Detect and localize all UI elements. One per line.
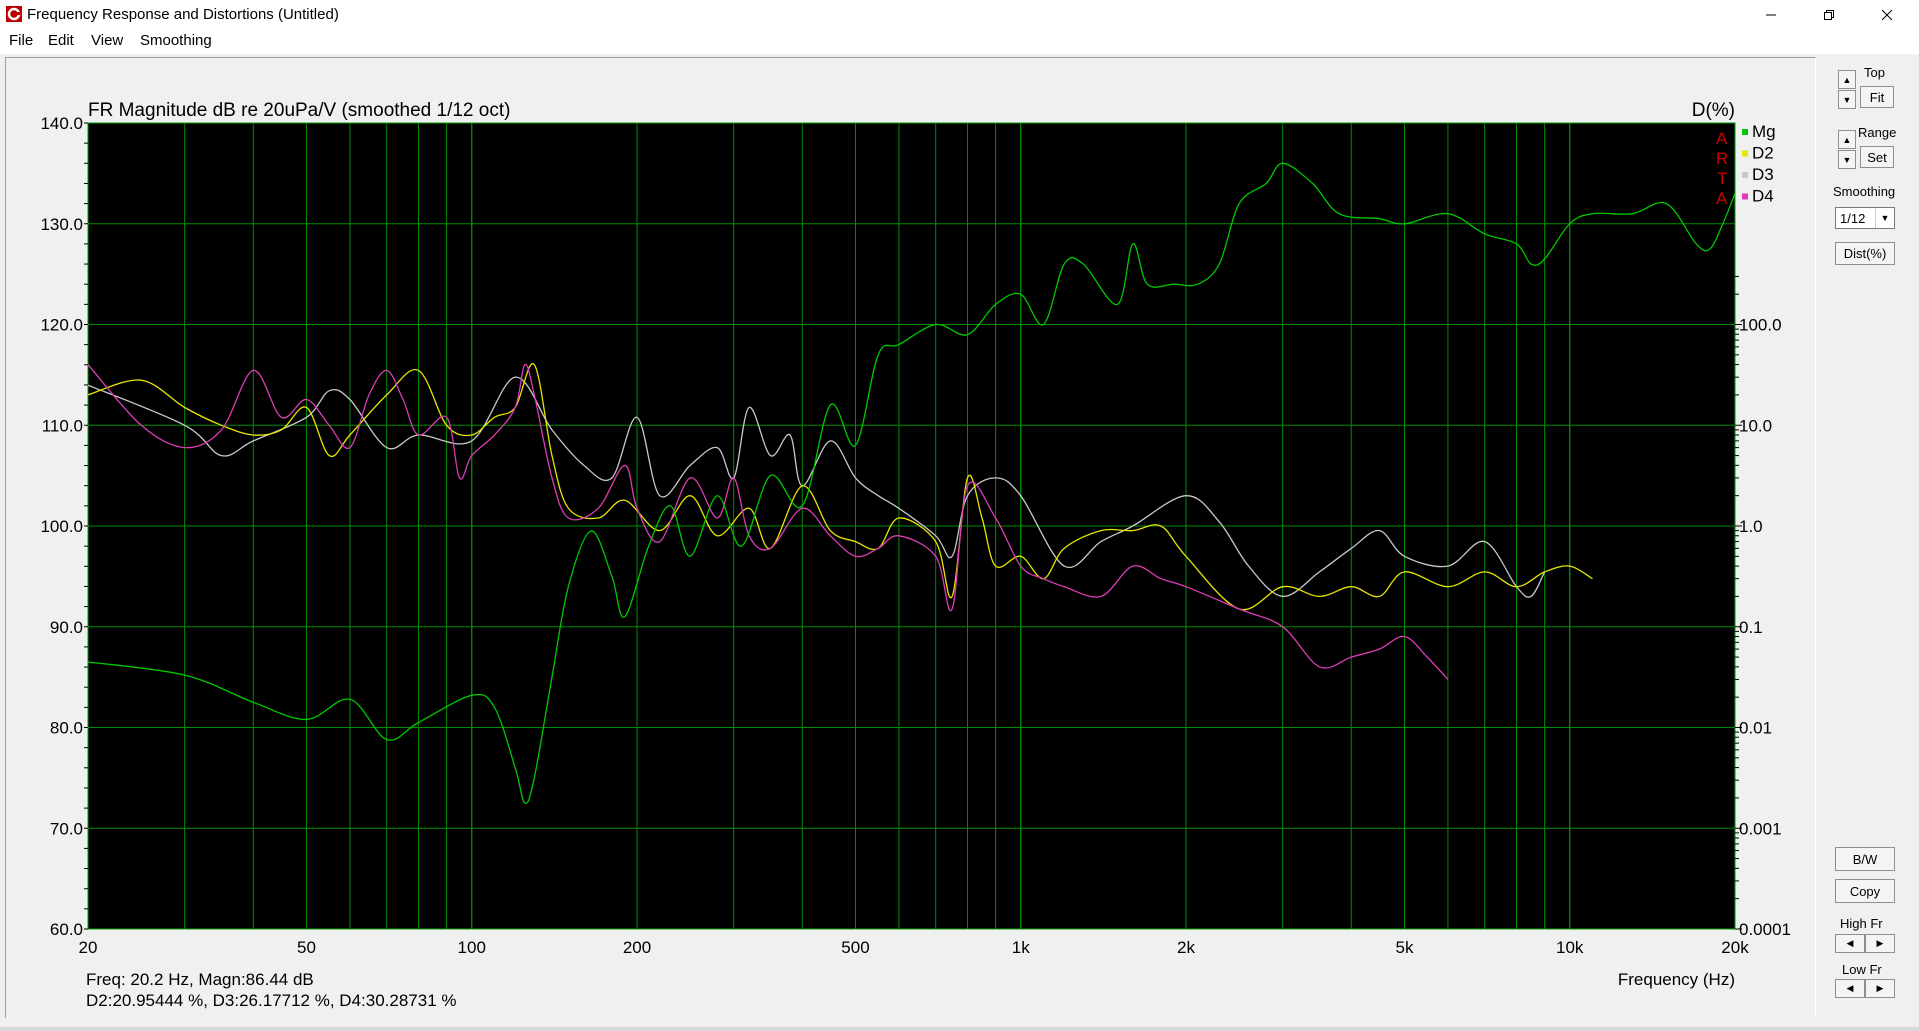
- fit-button[interactable]: Fit: [1860, 86, 1894, 108]
- y-tick-label: 100.0: [40, 517, 83, 536]
- legend-swatch-d3: [1742, 172, 1748, 178]
- range-label: Range: [1858, 125, 1897, 140]
- high-fr-right-button[interactable]: ▶: [1865, 934, 1895, 953]
- svg-text:R: R: [1716, 149, 1728, 168]
- x-tick-label: 20k: [1721, 938, 1749, 957]
- arrow-down-icon: ▼: [1842, 94, 1852, 105]
- y-tick-label: 140.0: [40, 114, 83, 133]
- svg-text:A: A: [1716, 129, 1728, 148]
- legend-swatch-mg: [1742, 129, 1748, 135]
- x-tick-label: 500: [841, 938, 869, 957]
- legend-label-mg: Mg: [1752, 122, 1776, 141]
- x-tick-label: 2k: [1177, 938, 1195, 957]
- arrow-down-icon: ▼: [1842, 154, 1852, 165]
- y-tick-label: 70.0: [50, 819, 83, 838]
- y-tick-label: 60.0: [50, 920, 83, 939]
- window-bottom-border: [0, 1027, 1919, 1031]
- y2-tick-label: 0.0001: [1739, 920, 1791, 939]
- y2-tick-label: 0.001: [1739, 819, 1782, 838]
- arrow-left-icon: ◀: [1846, 983, 1854, 993]
- arrow-right-icon: ▶: [1876, 938, 1884, 948]
- y-tick-label: 110.0: [42, 416, 83, 435]
- legend-label-d3: D3: [1752, 165, 1774, 184]
- legend-swatch-d4: [1742, 193, 1748, 200]
- low-fr-left-button[interactable]: ◀: [1835, 979, 1865, 998]
- smoothing-select[interactable]: 1/12 ▼: [1835, 207, 1895, 229]
- dist-percent-button[interactable]: Dist(%): [1835, 242, 1895, 265]
- range-down-button[interactable]: ▼: [1838, 150, 1856, 169]
- arrow-right-icon: ▶: [1876, 983, 1884, 993]
- x-tick-label: 5k: [1395, 938, 1413, 957]
- restore-icon: [1824, 9, 1834, 20]
- x-axis-ticks: 20 50 100 200 500 1k 2k 5k 10k 20k: [79, 938, 1750, 957]
- y2-tick-label: 0.1: [1739, 618, 1763, 637]
- legend: Mg D2 D3 D4: [1742, 122, 1776, 206]
- x-tick-label: 20: [79, 938, 98, 957]
- x-tick-label: 10k: [1556, 938, 1584, 957]
- close-button[interactable]: [1864, 0, 1910, 29]
- right-axis-ticks: 100.0 10.0 1.0 0.1 0.01 0.001 0.0001: [1735, 275, 1791, 939]
- legend-swatch-d2: [1742, 150, 1748, 157]
- svg-text:A: A: [1716, 189, 1728, 208]
- y-tick-label: 130.0: [40, 215, 83, 234]
- x-tick-label: 100: [458, 938, 486, 957]
- smoothing-value: 1/12: [1840, 211, 1866, 226]
- y2-tick-label: 0.01: [1739, 719, 1772, 738]
- artA-watermark: A R T A: [1716, 129, 1728, 208]
- y-tick-label: 80.0: [50, 719, 83, 738]
- legend-label-d4: D4: [1752, 187, 1774, 206]
- chart-title: FR Magnitude dB re 20uPa/V (smoothed 1/1…: [88, 100, 510, 121]
- low-fr-right-button[interactable]: ▶: [1865, 979, 1895, 998]
- top-label: Top: [1864, 65, 1885, 80]
- readout-line-1: Freq: 20.2 Hz, Magn:86.44 dB: [86, 970, 314, 989]
- x-tick-label: 50: [297, 938, 316, 957]
- arrow-up-icon: ▲: [1842, 134, 1852, 145]
- right-axis-title: D(%): [1692, 100, 1735, 121]
- control-panel: Top ▲ ▼ Fit Range ▲ ▼ Set Smoothing 1/12…: [1818, 57, 1919, 1031]
- high-fr-label: High Fr: [1840, 916, 1883, 931]
- arrow-left-icon: ◀: [1846, 938, 1854, 948]
- y2-tick-label: 1.0: [1739, 517, 1763, 536]
- legend-label-d2: D2: [1752, 144, 1774, 163]
- y-tick-label: 90.0: [50, 618, 83, 637]
- low-fr-label: Low Fr: [1842, 962, 1882, 977]
- copy-button[interactable]: Copy: [1835, 879, 1895, 903]
- set-button[interactable]: Set: [1860, 146, 1894, 168]
- range-up-button[interactable]: ▲: [1838, 130, 1856, 149]
- readout-line-2: D2:20.95444 %, D3:26.17712 %, D4:30.2873…: [86, 991, 457, 1010]
- high-fr-left-button[interactable]: ◀: [1835, 934, 1865, 953]
- arrow-up-icon: ▲: [1842, 74, 1852, 85]
- y-tick-label: 120.0: [40, 316, 83, 335]
- svg-text:T: T: [1717, 169, 1727, 188]
- frequency-response-chart[interactable]: 140.0 130.0 120.0 110.0 100.0 90.0 80.0 70.0 60.…: [0, 0, 1814, 1031]
- smoothing-label: Smoothing: [1833, 184, 1896, 199]
- y2-tick-label: 100.0: [1739, 316, 1782, 335]
- top-down-button[interactable]: ▼: [1838, 90, 1856, 109]
- left-axis-ticks: 140.0 130.0 120.0 110.0 100.0 90.0 80.0 70.0 60.…: [40, 114, 88, 939]
- top-up-button[interactable]: ▲: [1838, 70, 1856, 89]
- bw-button[interactable]: B/W: [1835, 847, 1895, 871]
- x-tick-label: 200: [623, 938, 651, 957]
- close-icon: [1881, 9, 1893, 20]
- y2-tick-label: 10.0: [1739, 416, 1772, 435]
- x-axis-label: Frequency (Hz): [1618, 970, 1735, 989]
- chevron-down-icon: ▼: [1875, 208, 1894, 228]
- x-tick-label: 1k: [1012, 938, 1030, 957]
